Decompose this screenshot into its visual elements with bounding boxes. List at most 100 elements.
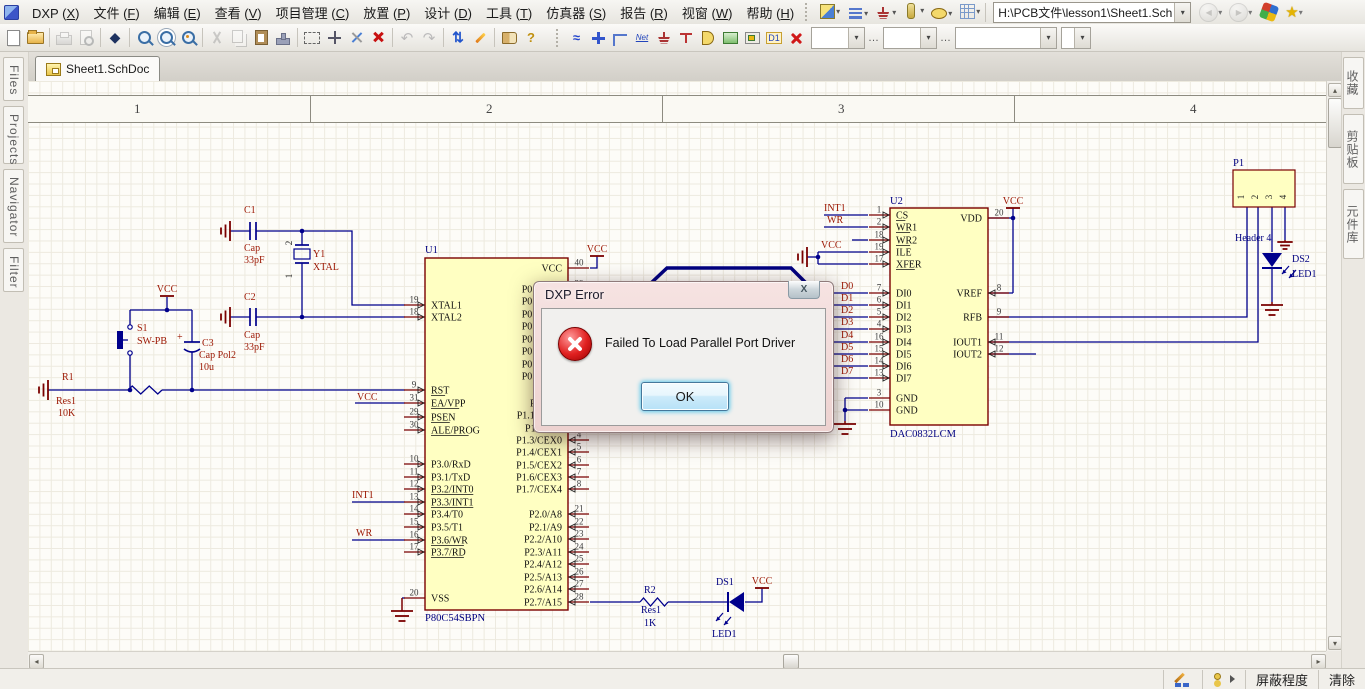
panel-tab-files[interactable]: Files (3, 57, 24, 101)
cross-probe-button[interactable]: ⇅ (447, 28, 469, 48)
place-vcc-power-port-button[interactable] (675, 28, 697, 48)
place-sheet-entry-button[interactable] (741, 28, 763, 48)
place-part-button[interactable] (697, 28, 719, 48)
undo-button[interactable]: ↶ (396, 28, 418, 48)
component-u2[interactable]: U2DAC0832LCM1CS2WR118WR219ILE17XFER7DI06… (869, 196, 1009, 440)
dialog-close-button[interactable]: X (788, 281, 820, 299)
place-wire-button[interactable]: ≈ (565, 28, 587, 48)
svg-text:+: + (177, 332, 183, 343)
browse-library-button[interactable] (498, 28, 520, 48)
tab-sheet1-schdoc[interactable]: Sheet1.SchDoc (35, 56, 160, 82)
vertical-scrollbar[interactable]: ▴ ▾ (1326, 81, 1342, 651)
panel-tab-favorites[interactable]: 收藏 (1343, 57, 1364, 109)
mask-pencil-button[interactable] (1163, 670, 1202, 689)
menu-d[interactable]: 设计 (D) (417, 3, 479, 24)
menu-w[interactable]: 视窗 (W) (675, 3, 740, 24)
mask-level-button[interactable]: 屏蔽程度 (1245, 670, 1318, 689)
place-net-label-button[interactable]: Net (631, 28, 653, 48)
dropdown-arrow-icon[interactable]: ▾ (1040, 28, 1056, 48)
panel-tab-clipboard[interactable]: 剪贴板 (1343, 114, 1364, 184)
dropdown-arrow-icon[interactable]: ▾ (848, 28, 864, 48)
menu-v[interactable]: 查看 (V) (208, 3, 269, 24)
open-document-button[interactable] (24, 28, 46, 48)
copy-button[interactable] (228, 28, 250, 48)
redo-button[interactable]: ↷ (418, 28, 440, 48)
wizard-button[interactable] (469, 28, 491, 48)
net-filter-combobox[interactable]: ▾ (811, 27, 865, 49)
panel-tab-filter[interactable]: Filter (3, 248, 24, 292)
scroll-up-button[interactable]: ▴ (1328, 83, 1342, 97)
back-dropdown-icon[interactable]: ▾ (1218, 8, 1222, 17)
menu-s[interactable]: 仿真器 (S) (539, 3, 613, 24)
select-inside-area-button[interactable] (301, 28, 323, 48)
rubber-stamp-button[interactable] (272, 28, 294, 48)
clear-filter-button[interactable] (367, 28, 389, 48)
zoom-selected-objects-button[interactable] (177, 28, 199, 48)
place-net-label-icon: Net (636, 33, 648, 42)
utilities-button[interactable]: ▾ (814, 0, 842, 22)
back-button[interactable]: ◀ (1199, 3, 1218, 22)
more-button[interactable]: … (940, 32, 951, 44)
place-gnd-power-port-button[interactable] (653, 28, 675, 48)
panel-tab-libraries[interactable]: 元件库 (1343, 189, 1364, 259)
place-signal-harness-button[interactable] (609, 28, 631, 48)
print-preview-button[interactable] (75, 28, 97, 48)
scroll-left-button[interactable]: ◂ (29, 654, 44, 669)
component-filter-combobox[interactable]: ▾ (883, 27, 937, 49)
horizontal-scrollbar[interactable]: ◂ ▸ (28, 651, 1326, 669)
place-bus-button[interactable] (587, 28, 609, 48)
power-port-button[interactable]: ▾ (870, 2, 898, 24)
clear-button[interactable]: 清除 (1318, 670, 1365, 689)
dropdown-arrow-icon[interactable]: ▾ (1074, 28, 1090, 48)
zoom-area-button[interactable] (155, 28, 177, 48)
menu-e[interactable]: 编辑 (E) (147, 3, 208, 24)
scroll-right-button[interactable]: ▸ (1311, 654, 1326, 669)
menu-r[interactable]: 报告 (R) (613, 3, 675, 24)
svg-text:Y1: Y1 (313, 249, 325, 260)
place-no-erc-button[interactable] (785, 28, 807, 48)
menu-x[interactable]: DXP (X) (25, 3, 86, 24)
favorites-dropdown-icon[interactable]: ▾ (1299, 8, 1303, 17)
ok-button[interactable]: OK (641, 382, 729, 411)
print-button[interactable] (53, 28, 75, 48)
menu-f[interactable]: 文件 (F) (86, 3, 146, 24)
paste-button[interactable] (250, 28, 272, 48)
alignment-button[interactable]: ▾ (842, 2, 870, 24)
forward-button[interactable]: ▶ (1229, 3, 1248, 22)
horizontal-scroll-thumb[interactable] (783, 654, 799, 669)
favorites-star-icon[interactable]: ★ (1285, 3, 1298, 21)
ellipse-button[interactable]: ▾ (926, 2, 954, 24)
cut-button[interactable] (206, 28, 228, 48)
vertical-scroll-thumb[interactable] (1328, 98, 1342, 148)
move-selection-button[interactable] (323, 28, 345, 48)
deselect-all-button[interactable] (345, 28, 367, 48)
menu-c[interactable]: 项目管理 (C) (269, 3, 357, 24)
scale-combobox[interactable]: ▾ (1061, 27, 1091, 49)
panel-tab-projects[interactable]: Projects (3, 106, 24, 164)
panel-tab-navigator[interactable]: Navigator (3, 169, 24, 243)
svg-text:Res1: Res1 (56, 396, 76, 407)
scroll-down-button[interactable]: ▾ (1328, 636, 1342, 650)
menu-h[interactable]: 帮助 (H) (739, 3, 801, 24)
forward-dropdown-icon[interactable]: ▾ (1248, 8, 1252, 17)
storage-path-combobox[interactable]: H:\PCB文件\lesson1\Sheet1.Sch ▾ (993, 2, 1191, 23)
menu-p[interactable]: 放置 (P) (356, 3, 417, 24)
menu-t[interactable]: 工具 (T) (479, 3, 539, 24)
general-filter-combobox[interactable]: ▾ (955, 27, 1057, 49)
fit-all-objects-button[interactable] (133, 28, 155, 48)
svg-text:LED1: LED1 (1292, 269, 1316, 280)
place-device-sheet-button[interactable]: D1 (763, 28, 785, 48)
place-sheet-symbol-button[interactable] (719, 28, 741, 48)
help-button[interactable]: ? (520, 28, 542, 48)
open-device-view-button[interactable]: ◆ (104, 28, 126, 48)
snap-grid-button[interactable]: ▾ (954, 0, 982, 22)
svg-text:P1: P1 (1233, 158, 1244, 169)
pin-button[interactable]: ▾ (898, 0, 926, 22)
filter-options-button[interactable] (1202, 670, 1245, 689)
home-icon[interactable] (1259, 2, 1280, 23)
new-document-button[interactable] (2, 28, 24, 48)
svg-text:VCC: VCC (821, 240, 842, 251)
more-button[interactable]: … (868, 32, 879, 44)
dropdown-arrow-icon[interactable]: ▾ (920, 28, 936, 48)
dropdown-arrow-icon[interactable]: ▾ (1174, 3, 1190, 22)
